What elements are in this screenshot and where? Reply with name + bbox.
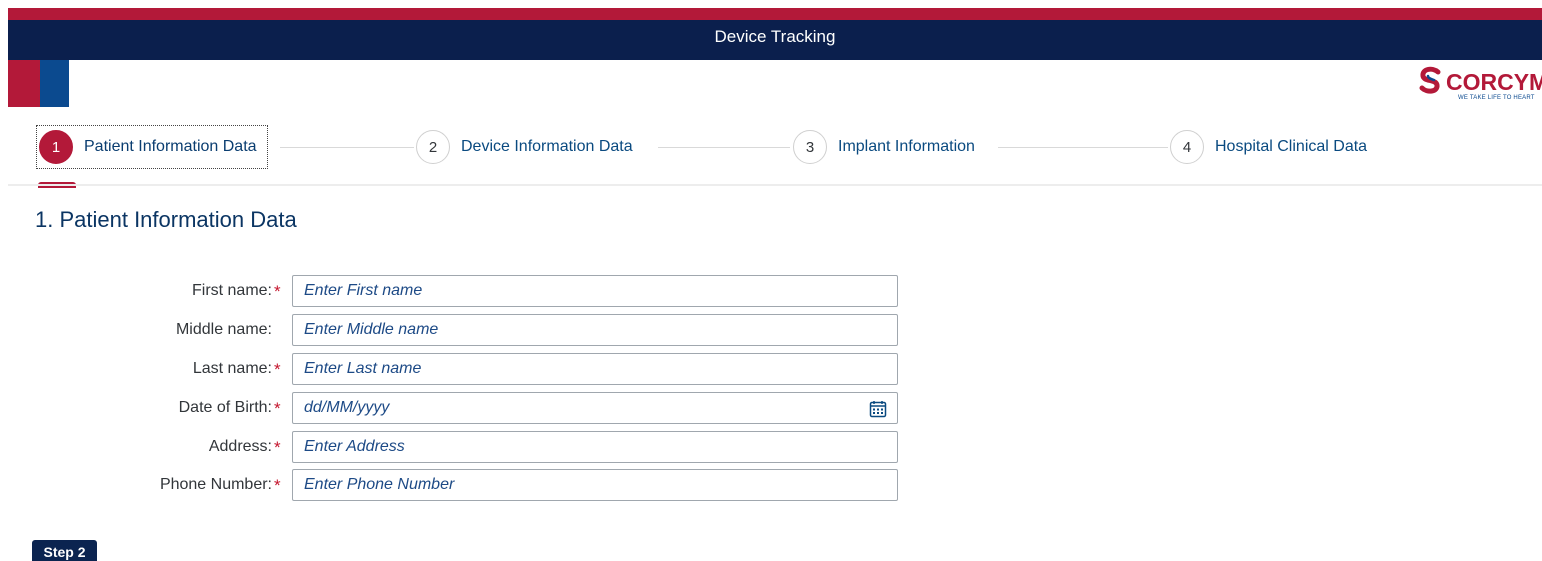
step-number: 1 bbox=[39, 130, 73, 164]
middle-name-field-box bbox=[292, 314, 898, 346]
section-title: 1. Patient Information Data bbox=[35, 207, 297, 232]
wizard-connector bbox=[998, 147, 1168, 148]
corcym-logo: CORCYM WE TAKE LIFE TO HEART bbox=[1416, 66, 1542, 106]
header-accent-stripe bbox=[8, 8, 1542, 20]
form-row-date-of-birth: Date of Birth: * bbox=[0, 392, 900, 424]
logo-tagline: WE TAKE LIFE TO HEART bbox=[1458, 95, 1535, 101]
wizard-step-1[interactable]: 1 Patient Information Data bbox=[36, 125, 268, 169]
wizard-step-4[interactable]: 4 Hospital Clinical Data bbox=[1170, 125, 1367, 169]
first-name-field-box bbox=[292, 275, 898, 307]
address-field-box bbox=[292, 431, 898, 463]
wizard-step-2[interactable]: 2 Device Information Data bbox=[416, 125, 633, 169]
step-number: 4 bbox=[1170, 130, 1204, 164]
step-number: 3 bbox=[793, 130, 827, 164]
field-label: Date of Birth: bbox=[178, 399, 272, 416]
first-name-input[interactable] bbox=[293, 276, 897, 306]
address-input[interactable] bbox=[293, 432, 897, 462]
required-marker: * bbox=[274, 476, 281, 495]
date-of-birth-field-box bbox=[292, 392, 898, 424]
step-label: Device Information Data bbox=[461, 138, 633, 155]
step-label: Implant Information bbox=[838, 138, 975, 155]
brand-flag-blue bbox=[40, 60, 69, 107]
form-row-last-name: Last name: * bbox=[0, 353, 900, 385]
brand-flag-red bbox=[8, 60, 40, 107]
field-label: Phone Number: bbox=[159, 476, 272, 493]
calendar-icon[interactable] bbox=[869, 400, 887, 418]
form-row-middle-name: Middle name: bbox=[0, 314, 900, 346]
required-marker: * bbox=[274, 360, 281, 379]
wizard-connector bbox=[658, 147, 790, 148]
corcym-logo-mark-icon bbox=[1419, 66, 1441, 94]
last-name-input[interactable] bbox=[293, 354, 897, 384]
required-marker: * bbox=[274, 282, 281, 301]
logo-wordmark: CORCYM bbox=[1446, 69, 1542, 95]
field-label: First name: bbox=[191, 282, 272, 299]
field-label: Address: bbox=[208, 438, 272, 455]
phone-number-input[interactable] bbox=[293, 470, 897, 500]
app-root: Device Tracking CORCYM WE TAKE LIFE TO H… bbox=[0, 0, 1542, 561]
middle-name-input[interactable] bbox=[293, 315, 897, 345]
form-row-address: Address: * bbox=[0, 431, 900, 463]
wizard-progress: 1 Patient Information Data 2 Device Info… bbox=[0, 110, 1542, 188]
field-label: Last name: bbox=[192, 360, 272, 377]
last-name-field-box bbox=[292, 353, 898, 385]
date-of-birth-input[interactable] bbox=[293, 393, 897, 423]
step-2-button[interactable]: Step 2 bbox=[32, 540, 97, 561]
app-header: Device Tracking bbox=[8, 8, 1542, 60]
step-number: 2 bbox=[416, 130, 450, 164]
phone-number-field-box bbox=[292, 469, 898, 501]
form-row-phone-number: Phone Number: * bbox=[0, 469, 900, 501]
step-label: Hospital Clinical Data bbox=[1215, 138, 1368, 155]
required-marker: * bbox=[274, 438, 281, 457]
required-marker: * bbox=[274, 399, 281, 418]
wizard-step-3[interactable]: 3 Implant Information bbox=[793, 125, 975, 169]
field-label: Middle name: bbox=[175, 321, 272, 338]
app-title: Device Tracking bbox=[714, 27, 836, 46]
step-label: Patient Information Data bbox=[84, 138, 257, 155]
form-row-first-name: First name: * bbox=[0, 275, 900, 307]
wizard-connector bbox=[280, 147, 414, 148]
wizard-divider bbox=[8, 184, 1542, 186]
